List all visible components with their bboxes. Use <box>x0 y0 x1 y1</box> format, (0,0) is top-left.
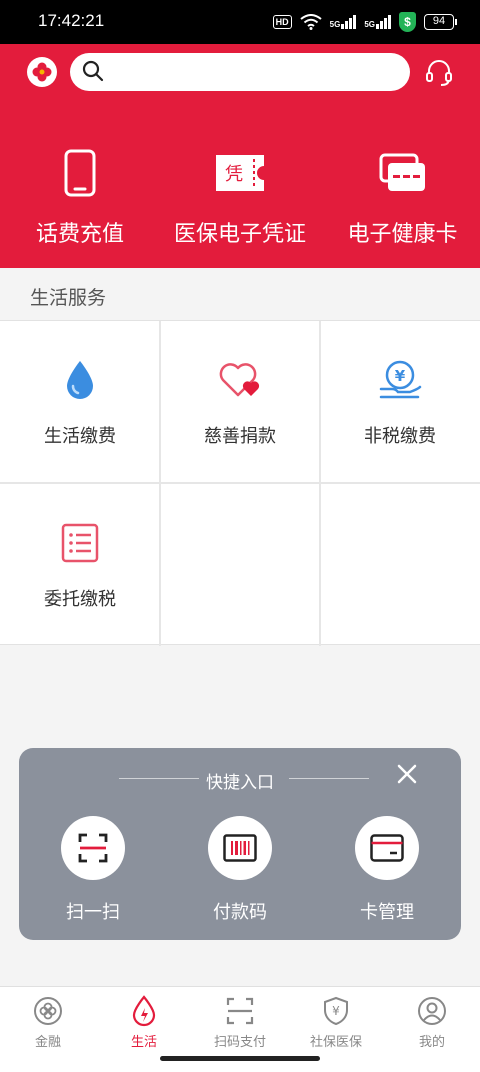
quick-entry-panel: 快捷入口 扫一扫 付款码 卡管理 <box>19 748 461 940</box>
panel-card-management-button[interactable]: 卡管理 <box>337 816 437 924</box>
barcode-icon <box>223 834 257 862</box>
headset-icon[interactable] <box>424 58 454 88</box>
panel-item-label: 扫一扫 <box>66 902 120 923</box>
quick-action-label: 电子健康卡 <box>347 222 458 247</box>
nav-profile[interactable]: 我的 <box>384 995 480 1050</box>
quick-action-label: 话费充值 <box>35 222 124 247</box>
service-label: 生活缴费 <box>44 426 116 447</box>
nav-scan-pay[interactable]: 扫码支付 <box>192 995 288 1050</box>
nav-label: 扫码支付 <box>213 1035 266 1050</box>
service-non-tax-payment[interactable]: ¥ 非税缴费 <box>320 321 480 483</box>
quick-action-label: 医保电子凭证 <box>173 222 306 247</box>
search-icon <box>82 60 104 82</box>
app-logo[interactable] <box>27 57 57 87</box>
service-label: 委托缴税 <box>44 589 116 610</box>
nav-label: 社保医保 <box>309 1035 362 1050</box>
voucher-icon: 凭 <box>216 155 264 191</box>
insurance-icon: ¥ <box>324 996 348 1026</box>
water-drop-icon <box>67 361 93 399</box>
hd-icon: HD <box>272 15 292 29</box>
scan-icon <box>78 833 108 863</box>
close-icon[interactable] <box>395 762 419 786</box>
nav-label: 金融 <box>34 1035 61 1050</box>
home-indicator[interactable] <box>160 1056 320 1061</box>
scan-pay-icon <box>226 997 254 1025</box>
battery-icon: 94 <box>424 14 457 30</box>
card-icon <box>370 834 404 862</box>
list-icon <box>61 523 99 563</box>
signal-icon-2: 5G <box>364 15 391 29</box>
status-time: 17:42:21 <box>38 11 105 30</box>
status-icons: HD 5G 5G $ 94 <box>272 12 457 32</box>
nav-label: 我的 <box>418 1035 445 1050</box>
nav-social-insurance[interactable]: ¥ 社保医保 <box>288 995 384 1050</box>
panel-item-label: 付款码 <box>213 902 267 923</box>
svg-text:¥: ¥ <box>332 1004 340 1018</box>
panel-item-label: 卡管理 <box>360 902 414 923</box>
security-shield-icon: $ <box>399 12 416 32</box>
service-entrusted-tax[interactable]: 委托缴税 <box>0 484 160 646</box>
yen-hand-icon: ¥ <box>379 360 422 399</box>
section-title: 生活服务 <box>30 287 107 309</box>
panel-payment-code-button[interactable]: 付款码 <box>190 816 290 924</box>
wifi-icon <box>300 14 322 30</box>
quick-action-health-card[interactable]: 电子健康卡 <box>340 148 465 248</box>
panel-scan-button[interactable]: 扫一扫 <box>43 816 143 924</box>
service-label: 慈善捐款 <box>204 426 276 447</box>
health-card-icon <box>379 153 425 191</box>
service-utility-payment[interactable]: 生活缴费 <box>0 321 160 483</box>
service-charity-donation[interactable]: 慈善捐款 <box>160 321 320 483</box>
signal-icon-1: 5G <box>330 15 357 29</box>
logo-icon <box>32 62 52 82</box>
life-icon <box>132 995 156 1027</box>
phone-icon <box>64 149 96 197</box>
svg-text:¥: ¥ <box>395 367 406 385</box>
nav-life[interactable]: 生活 <box>96 995 192 1050</box>
finance-icon <box>34 997 62 1025</box>
status-bar: 17:42:21 HD 5G 5G $ 94 <box>0 0 480 44</box>
quick-action-medical-voucher[interactable]: 凭 医保电子凭证 <box>170 148 310 248</box>
nav-label: 生活 <box>130 1035 157 1050</box>
quick-action-topup[interactable]: 话费充值 <box>20 148 140 248</box>
services-grid: 生活缴费 慈善捐款 ¥ 非税缴费 委托缴税 <box>0 320 480 646</box>
nav-finance[interactable]: 金融 <box>0 995 96 1050</box>
profile-icon <box>418 997 446 1025</box>
svg-text:凭: 凭 <box>225 164 243 185</box>
title-divider <box>289 778 369 779</box>
heart-icon <box>219 363 260 397</box>
header: 话费充值 凭 医保电子凭证 电子健康卡 <box>0 44 480 268</box>
service-label: 非税缴费 <box>364 426 436 447</box>
search-input[interactable] <box>70 53 410 91</box>
